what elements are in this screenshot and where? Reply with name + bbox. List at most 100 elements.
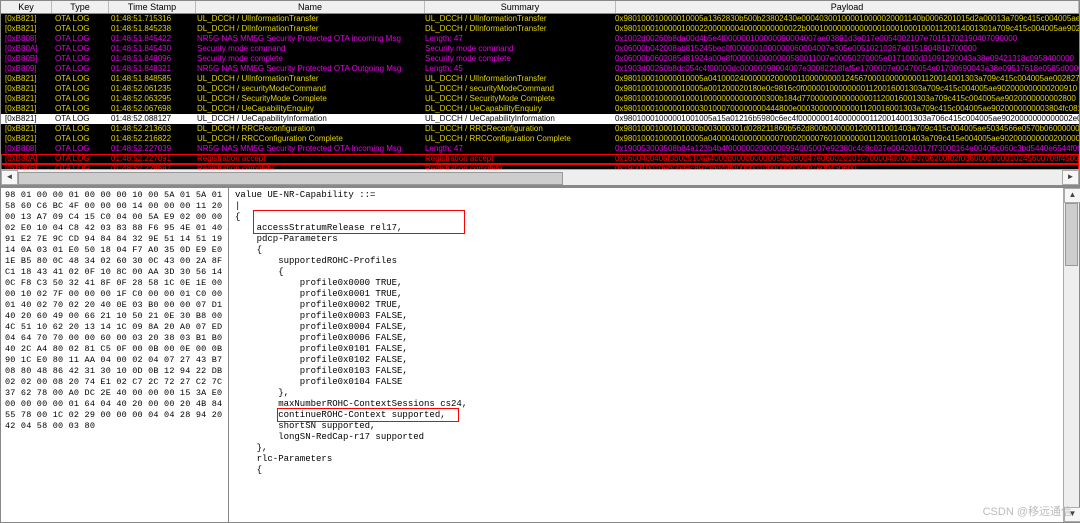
table-row[interactable]: [0xB821]OTA LOG01:48:52.088127UL_DCCH / … [1, 114, 1079, 124]
cell-summary: Security mode command [421, 44, 611, 54]
cell-ts: 01:48:52.088127 [107, 114, 193, 124]
table-row[interactable]: [0xB821]OTA LOG01:48:51.848585UL_DCCH / … [1, 74, 1079, 84]
table-row[interactable]: [0xB809]OTA LOG01:48:51.848321NR5G NAS M… [1, 64, 1079, 74]
col-key[interactable]: Key [1, 1, 52, 13]
cell-type: OTA LOG [51, 34, 107, 44]
col-summary[interactable]: Summary [425, 1, 616, 13]
cell-payload: 0x980100010000010005a001200020180e0c9816… [611, 84, 1079, 94]
table-row[interactable]: [0xB821]OTA LOG01:48:52.213603DL_DCCH / … [1, 124, 1079, 134]
cell-summary: DL_DCCH / DlInformationTransfer [421, 24, 611, 34]
cell-payload: 0x980100010000010005a0400040000000000700… [611, 134, 1079, 144]
hex-pane: 98 01 00 00 01 00 00 00 10 00 5A 01 5A 0… [0, 187, 229, 523]
cell-key: [0xB808] [1, 144, 51, 154]
cell-payload: 0x1002d00260b8da00d4b5e4f000000100000090… [611, 34, 1079, 44]
cell-type: OTA LOG [51, 74, 107, 84]
cell-payload: 0x06000b042008ab815245bec0f0000001000000… [611, 44, 1079, 54]
cell-type: OTA LOG [51, 64, 107, 74]
cell-type: OTA LOG [51, 134, 107, 144]
cell-key: [0xB821] [1, 94, 51, 104]
cell-type: OTA LOG [51, 94, 107, 104]
cell-payload: 0x98010001000001000100000000000000300b18… [611, 94, 1079, 104]
cell-key: [0xB80A] [1, 44, 51, 54]
cell-key: [0xB821] [1, 124, 51, 134]
col-payload[interactable]: Payload [616, 1, 1079, 13]
col-name[interactable]: Name [196, 1, 425, 13]
scroll-track[interactable] [18, 171, 1062, 184]
cell-ts: 01:48:51.845430 [107, 44, 193, 54]
scroll-right-icon[interactable]: ► [1062, 170, 1079, 185]
cell-key: [0xB821] [1, 74, 51, 84]
table-row[interactable]: [0xB821]OTA LOG01:48:52.063295 UL_DCCH / … [1, 94, 1079, 104]
cell-summary: UL_DCCH / UlInformationTransfer [421, 74, 611, 84]
cell-summary: Registration accept [421, 154, 611, 164]
cell-name: DL_DCCH / UeCapabilityEnquiry [193, 104, 421, 114]
table-row[interactable]: [0xB80B]OTA LOG01:48:51.848096Security m… [1, 54, 1079, 64]
table-row[interactable]: [0xB808]OTA LOG01:48:51.845422NR5G NAS M… [1, 34, 1079, 44]
cell-key: [0xB809] [1, 64, 51, 74]
cell-payload: 0x98010001000001000220000000400000000000… [611, 24, 1079, 34]
cell-key: [0xB808] [1, 34, 51, 44]
cell-summary: Security mode complete [421, 54, 611, 64]
col-type[interactable]: Type [52, 1, 109, 13]
asn1-decode[interactable]: value UE-NR-Capability ::= | { accessStr… [229, 188, 1063, 522]
cell-type: OTA LOG [51, 54, 107, 64]
cell-ts: 01:48:52.063295 [107, 94, 193, 104]
cell-ts: 01:48:51.845238 [107, 24, 193, 34]
cell-name: NR5G NAS MM5G Security Protected OTA Out… [193, 64, 421, 74]
highlight-box-2 [277, 408, 459, 422]
table-row[interactable]: [0xB821]OTA LOG01:48:52.067698DL_DCCH / … [1, 104, 1079, 114]
scroll-left-icon[interactable]: ◄ [1, 170, 18, 185]
hex-dump[interactable]: 98 01 00 00 01 00 00 00 10 00 5A 01 5A 0… [1, 188, 228, 522]
cell-ts: 01:48:51.848585 [107, 74, 193, 84]
cell-payload: 0x98010001000100030b003000301d028211860b… [611, 124, 1079, 134]
cell-type: OTA LOG [51, 104, 107, 114]
cell-name: Security mode command [193, 44, 421, 54]
v-scrollbar[interactable]: ▲ ▼ [1063, 188, 1079, 522]
v-thumb[interactable] [1065, 203, 1078, 266]
cell-ts: 01:48:52.227091 [107, 154, 193, 164]
cell-type: OTA LOG [51, 24, 107, 34]
cell-summary: UL_DCCH / RRCConfiguration Complete [421, 134, 611, 144]
cell-ts: 01:48:51.848321 [107, 64, 193, 74]
table-body[interactable]: [0xB821]OTA LOG01:48:51.715316UL_DCCH / … [1, 14, 1079, 169]
cell-payload: 0x1903d00260b8dc054c4f00000dc00000098004… [611, 64, 1079, 74]
cell-ts: 01:48:52.227039 [107, 144, 193, 154]
cell-type: OTA LOG [51, 144, 107, 154]
cell-ts: 01:48:51.845422 [107, 34, 193, 44]
cell-payload: 0x190053003508b84a123b4b4f00000020000009… [611, 144, 1079, 154]
cell-type: OTA LOG [51, 14, 107, 24]
cell-key: [0xB821] [1, 14, 51, 24]
table-row[interactable]: [0xB821]OTA LOG01:48:51.715316UL_DCCH / … [1, 14, 1079, 24]
cell-name: UL_DCCH / RRCConfiguration Complete [193, 134, 421, 144]
cell-summary: UL_DCCH / UlInformationTransfer [421, 14, 611, 24]
table-row[interactable]: [0xB821]OTA LOG01:48:52.061235DL_DCCH / … [1, 84, 1079, 94]
cell-name: NR5G NAS MM5G Security Protected OTA Inc… [193, 144, 421, 154]
cell-ts: 01:48:52.216822 [107, 134, 193, 144]
scroll-up-icon[interactable]: ▲ [1064, 188, 1080, 203]
highlight-box-1 [253, 210, 465, 234]
cell-payload: 0x980100010000010005a1362830b500b2380243… [611, 14, 1079, 24]
table-row[interactable]: [0xB821]OTA LOG01:48:52.216822UL_DCCH / … [1, 134, 1079, 144]
cell-payload: 0x06000b0602085d81924a00e8f0000010000000… [611, 54, 1079, 64]
table-row[interactable]: [0xB821]OTA LOG01:48:51.845238DL_DCCH / … [1, 24, 1079, 34]
cell-name: UL_DCCH / UlInformationTransfer [193, 74, 421, 84]
cell-key: [0xB821] [1, 84, 51, 94]
h-scrollbar[interactable]: ◄ ► [1, 169, 1079, 185]
table-row[interactable]: [0xB80A]OTA LOG01:48:52.227091Registrati… [1, 154, 1079, 164]
cell-summary: Length: 47 [421, 144, 611, 154]
cell-summary: UL_DCCH / SecurityMode Complete [421, 94, 611, 104]
cell-name: DL_DCCH / securityModeCommand [193, 84, 421, 94]
cell-key: [0xB821] [1, 24, 51, 34]
cell-name: DL_DCCH / DlInformationTransfer [193, 24, 421, 34]
table-row[interactable]: [0xB80A]OTA LOG01:48:51.845430Security m… [1, 44, 1079, 54]
col-timestamp[interactable]: Time Stamp [109, 1, 196, 13]
scroll-thumb[interactable] [18, 172, 563, 185]
cell-name: Registration accept [193, 154, 421, 164]
cell-summary: DL_DCCH / UeCapabilityEnquiry [421, 104, 611, 114]
cell-summary: Length: 45 [421, 64, 611, 74]
cell-payload: 0x98010001000001000301000700000000444800… [611, 104, 1079, 114]
cell-key: [0xB80B] [1, 54, 51, 64]
table-row[interactable]: [0xB808]OTA LOG01:48:52.227039NR5G NAS M… [1, 144, 1079, 154]
cell-summary: UL_DCCH / UeCapabilityInformation [421, 114, 611, 124]
cell-type: OTA LOG [51, 154, 107, 164]
